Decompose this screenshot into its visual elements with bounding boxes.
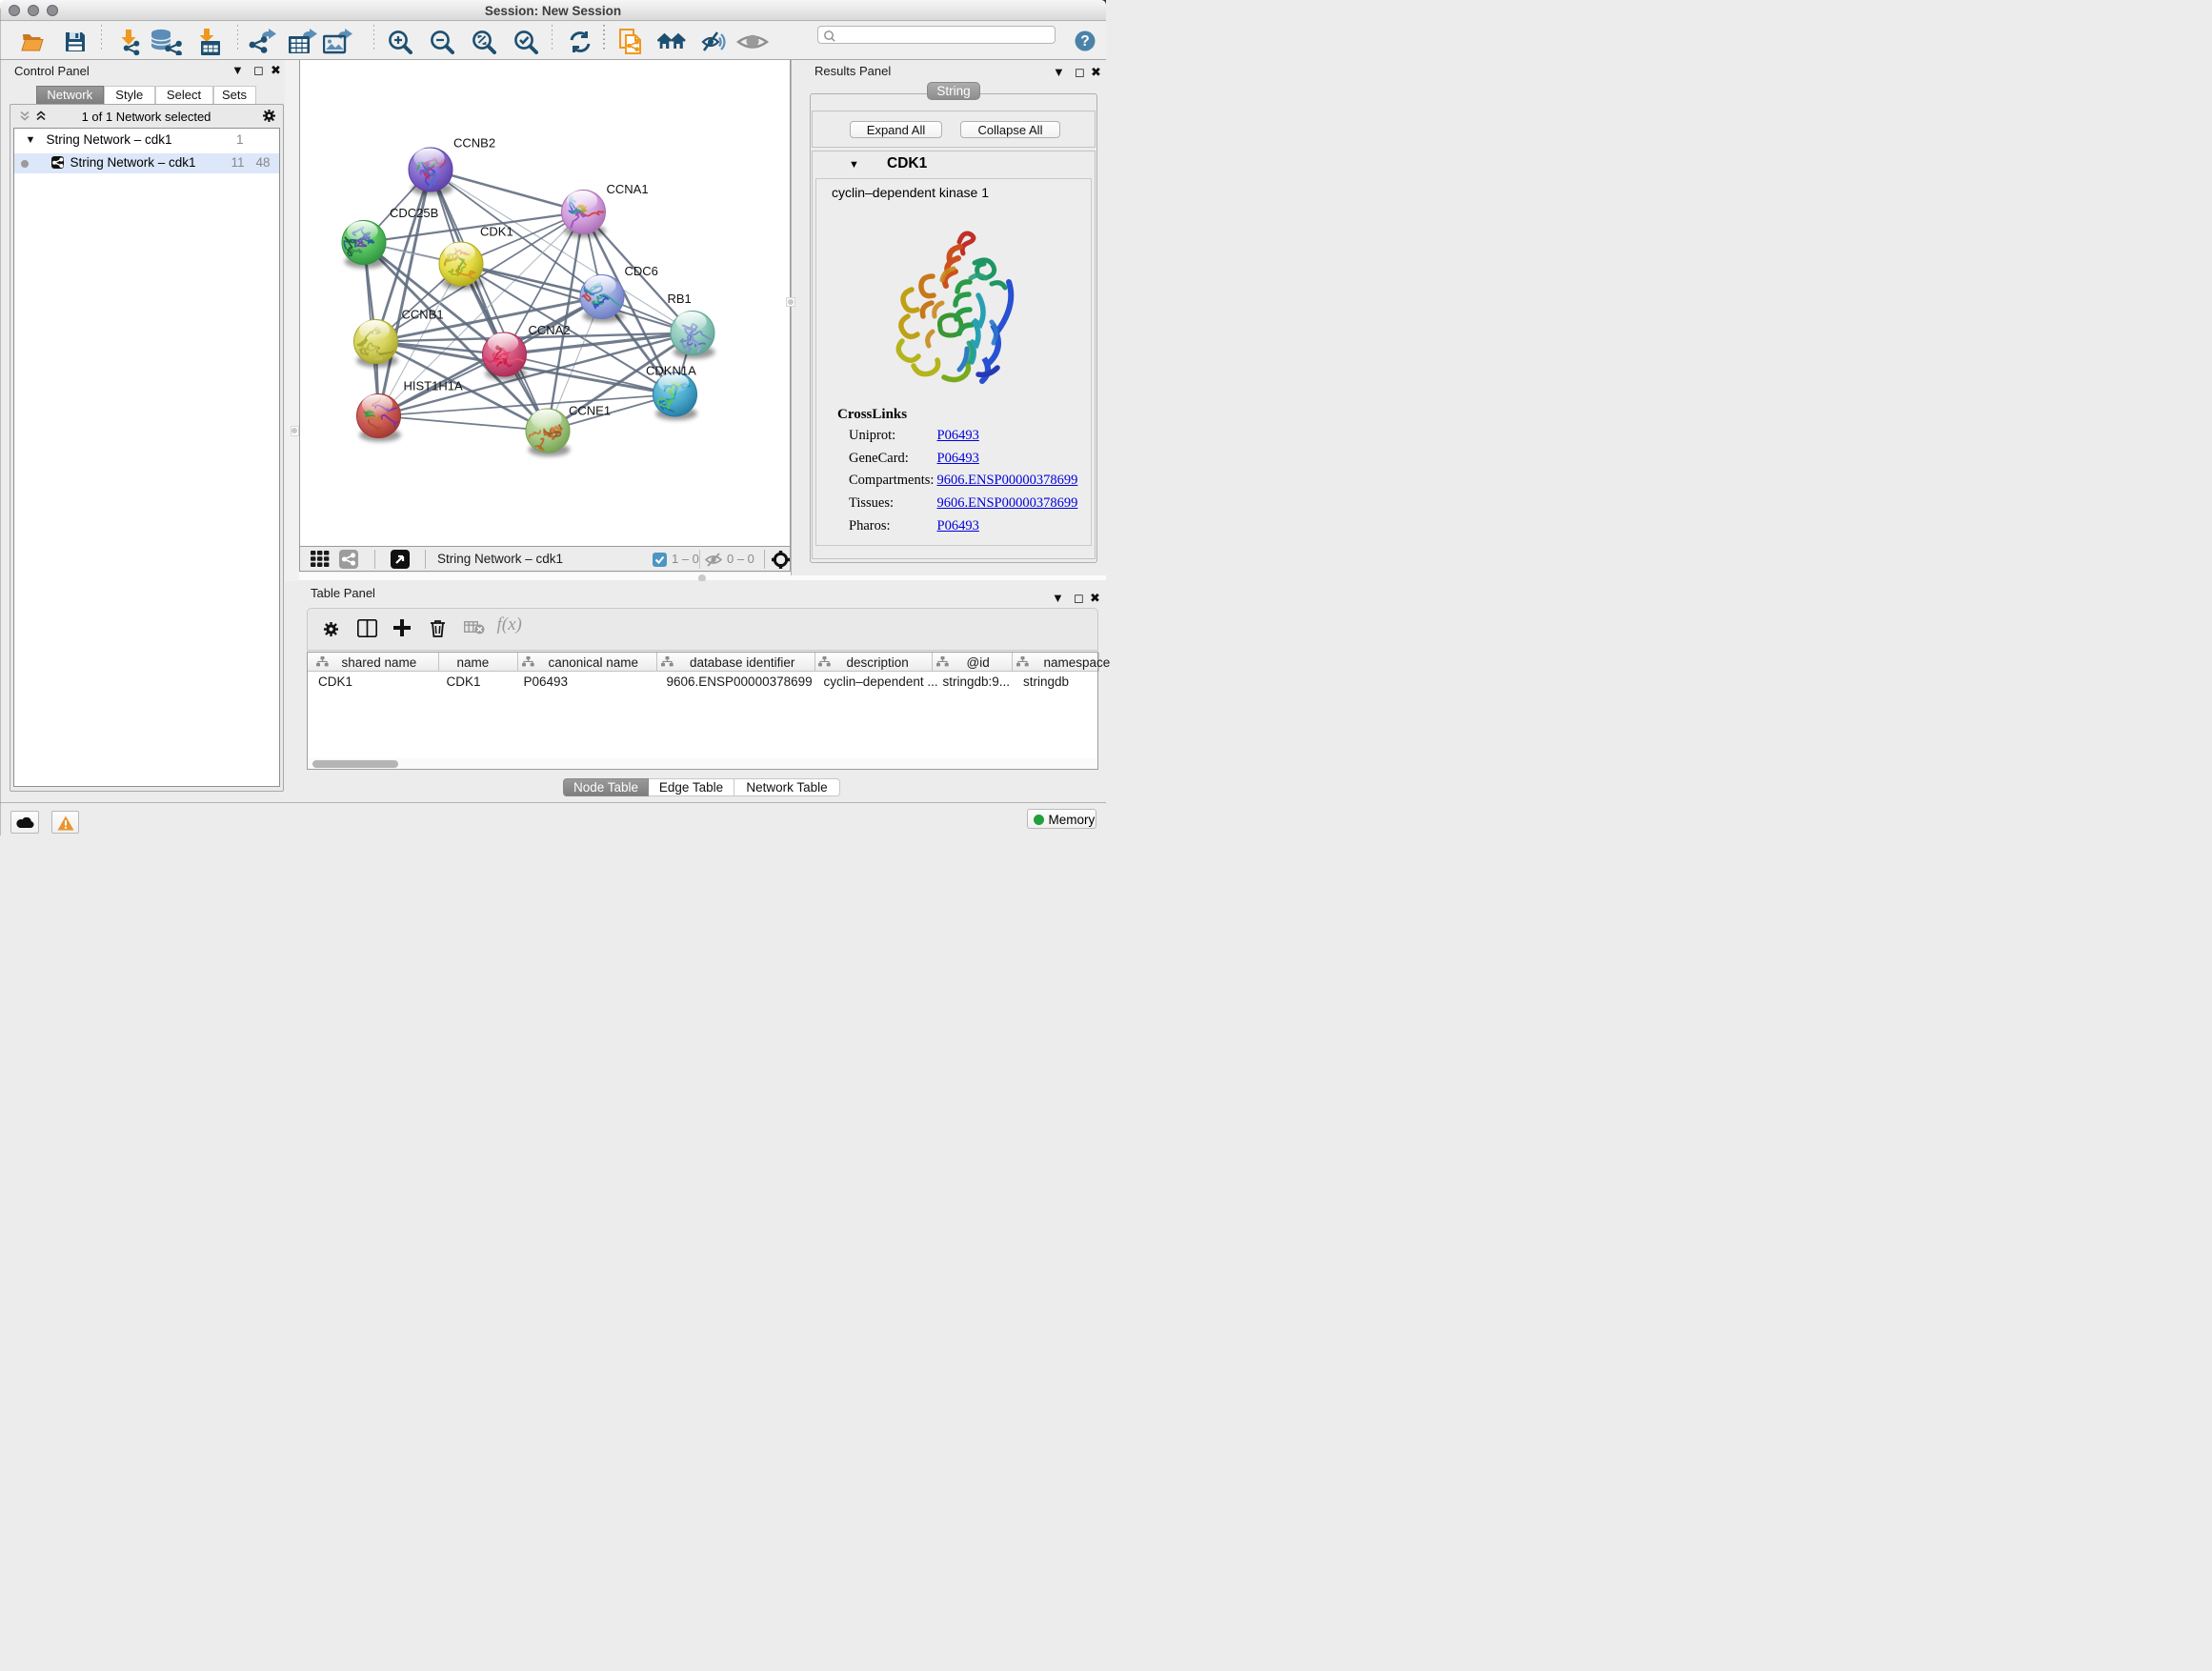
svg-text:CCNB2: CCNB2: [453, 135, 495, 150]
svg-text:CCNA1: CCNA1: [607, 182, 649, 196]
svg-text:RB1: RB1: [668, 292, 692, 306]
svg-text:CDKN1A: CDKN1A: [646, 363, 696, 377]
svg-text:CDC25B: CDC25B: [390, 206, 438, 220]
svg-text:?: ?: [1080, 33, 1089, 50]
svg-text:CCNE1: CCNE1: [569, 403, 611, 417]
svg-text:HIST1H1A: HIST1H1A: [404, 378, 463, 393]
svg-text:CCNA2: CCNA2: [529, 323, 571, 337]
svg-text:CDK1: CDK1: [480, 224, 513, 238]
svg-text:CCNB1: CCNB1: [402, 307, 444, 321]
svg-text:CDC6: CDC6: [625, 264, 658, 278]
